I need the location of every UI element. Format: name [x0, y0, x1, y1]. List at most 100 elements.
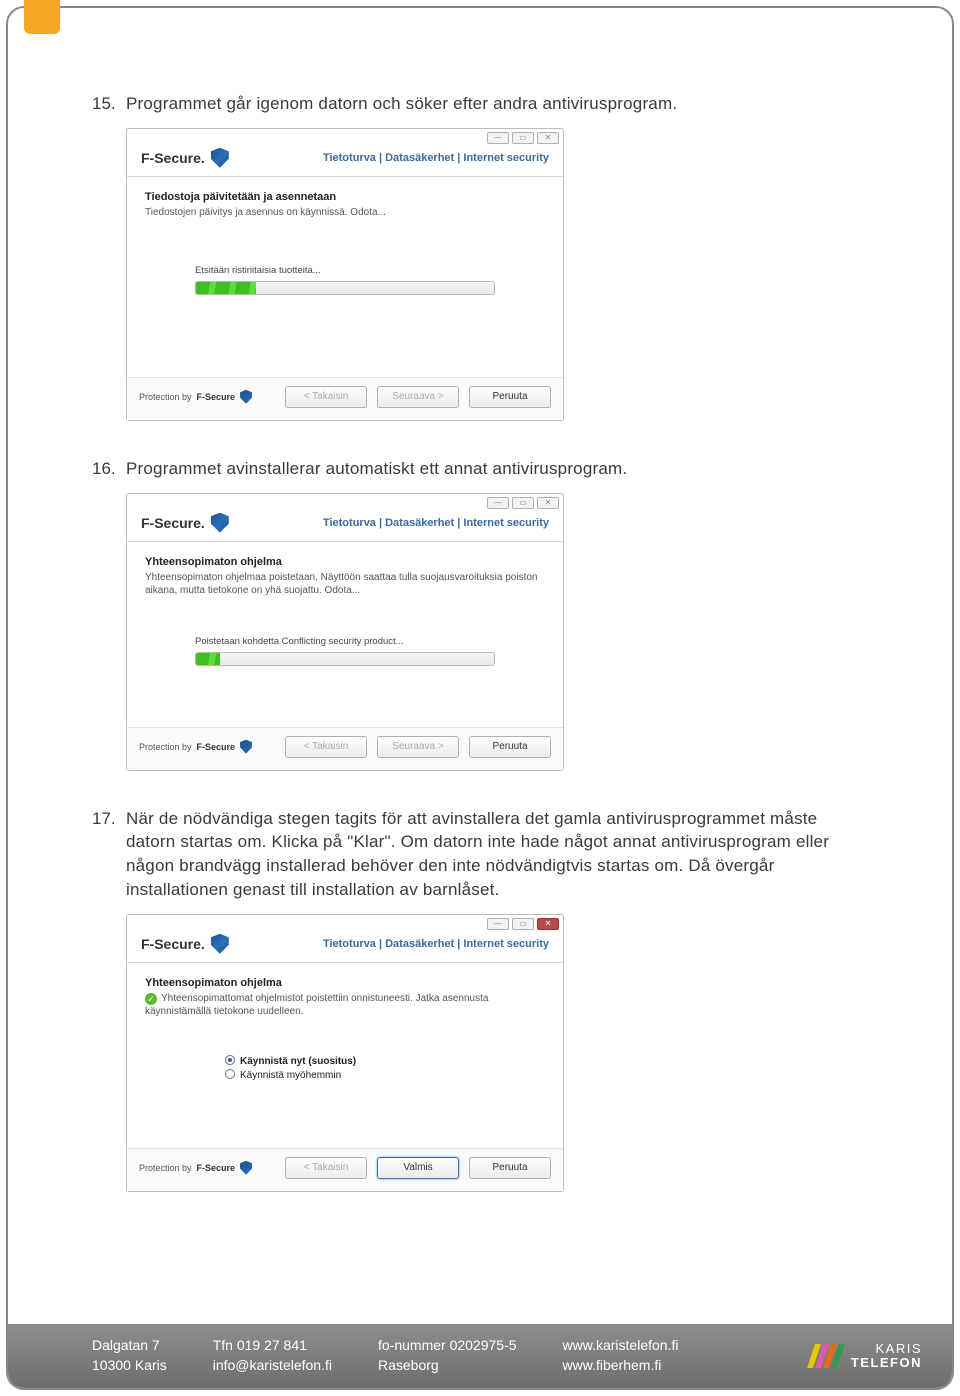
dialog-body: Yhteensopimaton ohjelma Yhteensopimaton … — [127, 542, 563, 727]
back-button[interactable]: < Takaisin — [285, 736, 367, 758]
footer-contact: Tfn 019 27 841 info@karistelefon.fi — [213, 1336, 332, 1375]
fsecure-logo: F-Secure. — [141, 513, 229, 533]
radio-icon — [225, 1055, 235, 1065]
progress-label: Etsitään ristiriitaisia tuotteita... — [195, 265, 495, 276]
instruction-step: 15. Programmet går igenom datorn och sök… — [92, 92, 870, 116]
protection-brand: F-Secure — [197, 1163, 236, 1173]
window-controls: — ▭ ✕ — [127, 494, 563, 509]
shield-icon — [240, 390, 252, 404]
header-orange-tab — [24, 0, 60, 34]
shield-icon — [211, 148, 229, 168]
shield-icon — [240, 740, 252, 754]
button-row: < Takaisin Valmis Peruuta — [285, 1157, 551, 1179]
brand-line1: KARIS — [851, 1342, 922, 1356]
radio-option-restart-now[interactable]: Käynnistä nyt (suositus) — [225, 1055, 465, 1067]
dialog-body: Yhteensopimaton ohjelma ✓Yhteensopimatto… — [127, 963, 563, 1148]
minimize-icon[interactable]: — — [487, 918, 509, 930]
protection-prefix: Protection by — [139, 742, 192, 752]
fsecure-logo: F-Secure. — [141, 934, 229, 954]
dialog-footer: Protection by F-Secure < Takaisin Seuraa… — [127, 377, 563, 420]
dialog-header: F-Secure. Tietoturva | Datasäkerhet | In… — [127, 930, 563, 960]
footer-web: www.karistelefon.fi www.fiberhem.fi — [563, 1336, 679, 1375]
dialog-subtitle-text: Yhteensopimattomat ohjelmistot poistetti… — [145, 993, 488, 1018]
progress-fill — [196, 282, 256, 294]
window-controls: — ▭ ✕ — [127, 129, 563, 144]
checkmark-icon: ✓ — [145, 993, 157, 1005]
step-text: När de nödvändiga stegen tagits för att … — [126, 807, 870, 902]
dialog-footer: Protection by F-Secure < Takaisin Seuraa… — [127, 727, 563, 770]
button-row: < Takaisin Seuraava > Peruuta — [285, 736, 551, 758]
close-icon[interactable]: ✕ — [537, 132, 559, 144]
protection-prefix: Protection by — [139, 1163, 192, 1173]
step-number: 16. — [92, 457, 126, 481]
brand-name: F-Secure. — [141, 515, 205, 531]
dialog-title: Tiedostoja päivitetään ja asennetaan — [145, 191, 545, 203]
protection-badge: Protection by F-Secure — [139, 740, 252, 754]
close-icon[interactable]: ✕ — [537, 918, 559, 930]
next-button[interactable]: Seuraava > — [377, 736, 459, 758]
protection-prefix: Protection by — [139, 392, 192, 402]
cancel-button[interactable]: Peruuta — [469, 1157, 551, 1179]
instruction-step: 17. När de nödvändiga stegen tagits för … — [92, 807, 870, 902]
tagline: Tietoturva | Datasäkerhet | Internet sec… — [323, 517, 549, 529]
cancel-button[interactable]: Peruuta — [469, 386, 551, 408]
dialog-body: Tiedostoja päivitetään ja asennetaan Tie… — [127, 177, 563, 377]
dialog-subtitle: ✓Yhteensopimattomat ohjelmistot poistett… — [145, 992, 545, 1019]
back-button[interactable]: < Takaisin — [285, 1157, 367, 1179]
step-number: 17. — [92, 807, 126, 902]
installer-dialog-2: — ▭ ✕ F-Secure. Tietoturva | Datasäkerhe… — [126, 493, 564, 771]
tagline: Tietoturva | Datasäkerhet | Internet sec… — [323, 938, 549, 950]
page-footer: Dalgatan 7 10300 Karis Tfn 019 27 841 in… — [8, 1324, 952, 1388]
footer-brand: KARIS TELEFON — [851, 1342, 922, 1369]
minimize-icon[interactable]: — — [487, 497, 509, 509]
radio-option-restart-later[interactable]: Käynnistä myöhemmin — [225, 1069, 465, 1081]
footer-org: fo-nummer 0202975-5 Raseborg — [378, 1336, 517, 1375]
button-row: < Takaisin Seuraava > Peruuta — [285, 386, 551, 408]
protection-badge: Protection by F-Secure — [139, 390, 252, 404]
shield-icon — [211, 513, 229, 533]
footer-line: www.karistelefon.fi — [563, 1336, 679, 1356]
step-text: Programmet avinstallerar automatiskt ett… — [126, 457, 870, 481]
dialog-header: F-Secure. Tietoturva | Datasäkerhet | In… — [127, 144, 563, 174]
next-button[interactable]: Seuraava > — [377, 386, 459, 408]
dialog-footer: Protection by F-Secure < Takaisin Valmis… — [127, 1148, 563, 1191]
protection-brand: F-Secure — [197, 742, 236, 752]
step-text: Programmet går igenom datorn och söker e… — [126, 92, 870, 116]
footer-line: Tfn 019 27 841 — [213, 1336, 332, 1356]
progress-bar — [195, 281, 495, 295]
protection-brand: F-Secure — [197, 392, 236, 402]
progress-label: Poistetaan kohdetta Conflicting security… — [195, 636, 495, 647]
footer-line: fo-nummer 0202975-5 — [378, 1336, 517, 1356]
installer-dialog-3: — ▭ ✕ F-Secure. Tietoturva | Datasäkerhe… — [126, 914, 564, 1192]
fsecure-logo: F-Secure. — [141, 148, 229, 168]
radio-icon — [225, 1069, 235, 1079]
shield-icon — [211, 934, 229, 954]
back-button[interactable]: < Takaisin — [285, 386, 367, 408]
dialog-subtitle: Yhteensopimaton ohjelmaa poistetaan. Näy… — [145, 571, 545, 598]
instruction-step: 16. Programmet avinstallerar automatiskt… — [92, 457, 870, 481]
dialog-header: F-Secure. Tietoturva | Datasäkerhet | In… — [127, 509, 563, 539]
brand-name: F-Secure. — [141, 936, 205, 952]
cancel-button[interactable]: Peruuta — [469, 736, 551, 758]
document-body: 15. Programmet går igenom datorn och sök… — [0, 0, 960, 1192]
progress-block: Etsitään ristiriitaisia tuotteita... — [195, 265, 495, 295]
footer-address: Dalgatan 7 10300 Karis — [92, 1336, 167, 1375]
radio-label: Käynnistä nyt (suositus) — [240, 1056, 356, 1067]
footer-line: Raseborg — [378, 1356, 517, 1376]
step-number: 15. — [92, 92, 126, 116]
maximize-icon[interactable]: ▭ — [512, 918, 534, 930]
radio-label: Käynnistä myöhemmin — [240, 1070, 341, 1081]
brand-line2: TELEFON — [851, 1356, 922, 1370]
maximize-icon[interactable]: ▭ — [512, 132, 534, 144]
brand-name: F-Secure. — [141, 150, 205, 166]
maximize-icon[interactable]: ▭ — [512, 497, 534, 509]
done-button[interactable]: Valmis — [377, 1157, 459, 1179]
dialog-subtitle: Tiedostojen päivitys ja asennus on käynn… — [145, 206, 545, 220]
footer-line: 10300 Karis — [92, 1356, 167, 1376]
footer-logo: KARIS TELEFON — [811, 1342, 922, 1369]
progress-bar — [195, 652, 495, 666]
minimize-icon[interactable]: — — [487, 132, 509, 144]
close-icon[interactable]: ✕ — [537, 497, 559, 509]
progress-fill — [196, 653, 220, 665]
progress-block: Poistetaan kohdetta Conflicting security… — [195, 636, 495, 666]
